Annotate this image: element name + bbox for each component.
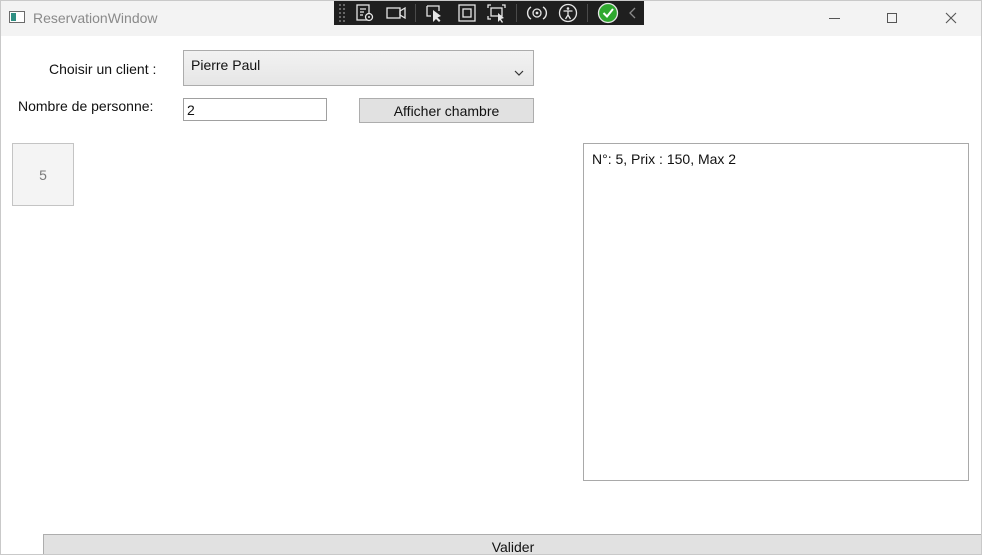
client-combobox[interactable]: Pierre Paul — [183, 50, 534, 86]
window-title: ReservationWindow — [33, 10, 158, 26]
display-layout-adorners-icon[interactable] — [456, 2, 477, 24]
maximize-icon — [887, 13, 897, 23]
room-button[interactable]: 5 — [12, 143, 74, 206]
select-element-icon[interactable] — [425, 2, 447, 24]
room-details-list[interactable]: N°: 5, Prix : 150, Max 2 — [583, 143, 969, 481]
toolbar-separator — [516, 3, 518, 22]
valider-button[interactable]: Valider — [43, 534, 982, 555]
app-window-icon — [9, 11, 25, 23]
debug-toolbar — [334, 0, 644, 25]
minimize-icon — [828, 17, 840, 19]
collapse-chevron-icon[interactable] — [623, 2, 644, 24]
afficher-chambre-button[interactable]: Afficher chambre — [359, 98, 534, 123]
close-icon — [945, 12, 957, 24]
toolbar-separator — [415, 3, 417, 22]
live-visual-tree-icon[interactable] — [355, 2, 376, 24]
toolbar-separator — [586, 3, 588, 22]
toolbar-grip-icon[interactable] — [338, 2, 346, 23]
list-item[interactable]: N°: 5, Prix : 150, Max 2 — [592, 151, 736, 167]
maximize-button[interactable] — [863, 0, 921, 36]
reservation-window: ReservationWindow Choisir un client: Pi… — [0, 0, 982, 555]
close-button[interactable] — [922, 0, 980, 36]
client-label: Choisir un client : — [49, 61, 157, 77]
track-focus-icon[interactable] — [486, 2, 508, 24]
nombre-personne-label: Nombre de personne: — [18, 98, 154, 114]
minimize-button[interactable] — [805, 0, 863, 36]
binding-check-icon[interactable] — [597, 2, 619, 24]
accessibility-icon[interactable] — [557, 2, 578, 24]
client-selected-value: Pierre Paul — [191, 57, 261, 73]
nombre-personne-input[interactable]: 2 — [183, 98, 327, 121]
camera-icon[interactable] — [385, 2, 407, 24]
hot-reload-icon[interactable] — [526, 2, 548, 24]
chevron-down-icon — [514, 64, 524, 82]
